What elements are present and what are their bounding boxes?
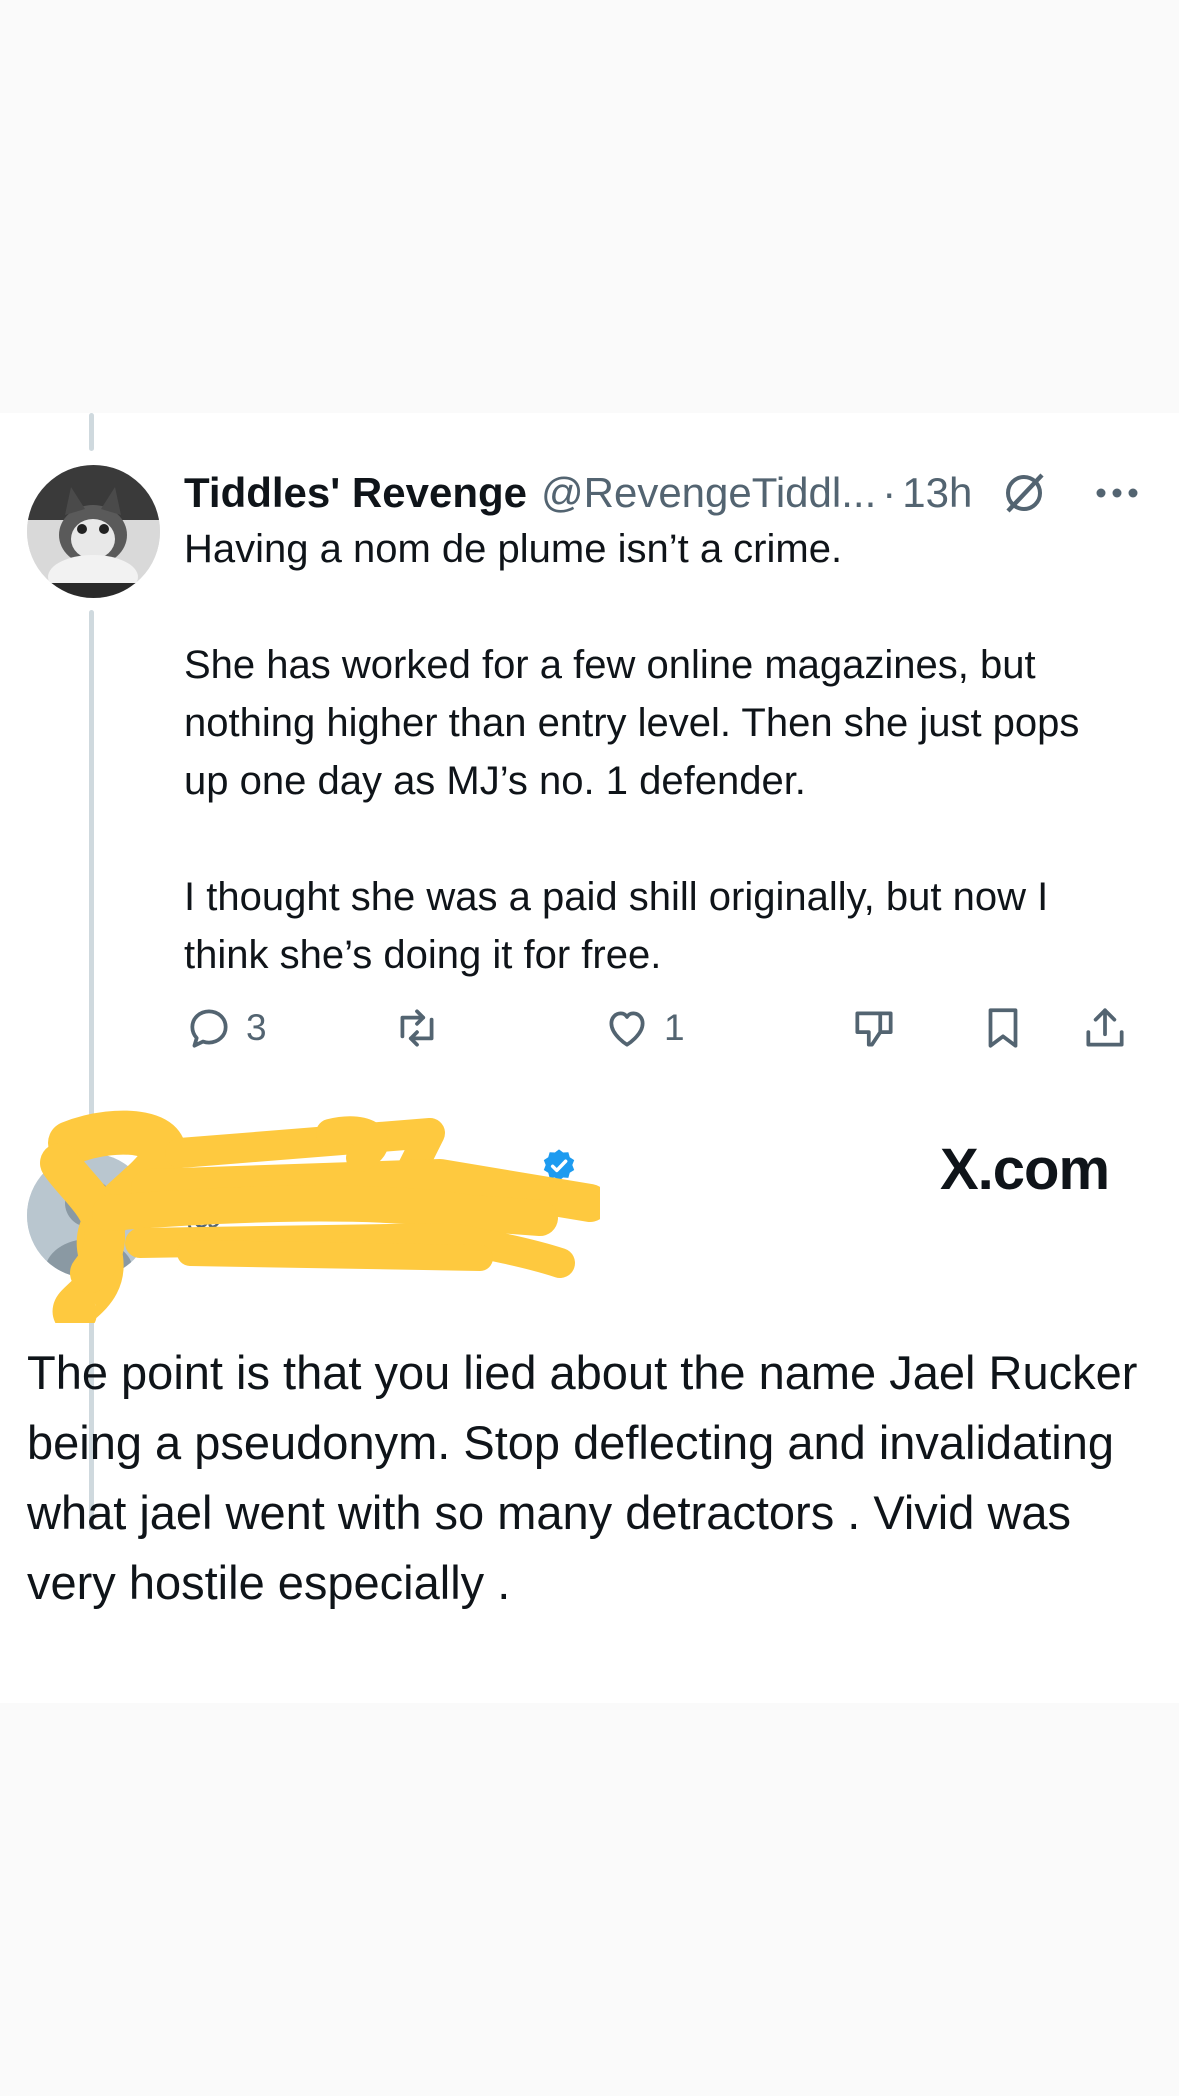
separator-dot: · — [882, 469, 897, 516]
heart-icon — [609, 1011, 645, 1047]
reply-text: The point is that you lied about the nam… — [27, 1346, 1138, 1609]
repost-button[interactable] — [392, 988, 454, 1068]
more-dots-icon[interactable] — [1094, 486, 1140, 500]
tweet-paragraph-3: I thought she was a paid shill originall… — [184, 875, 1049, 977]
redaction-scribble — [40, 1110, 600, 1323]
reply-count: 3 — [246, 1007, 267, 1048]
share-upload-icon — [1086, 1008, 1124, 1047]
edit-pencil-icon[interactable] — [1000, 469, 1048, 517]
tweet-card[interactable]: Tiddles' Revenge @RevengeTiddl... · 13h … — [0, 413, 1179, 1703]
bookmark-button[interactable] — [978, 988, 1028, 1068]
share-button[interactable] — [1080, 988, 1130, 1068]
tweet-action-bar: 3 1 — [184, 988, 1144, 1068]
thread-line-top — [89, 413, 94, 451]
thumbs-down-icon — [855, 1011, 893, 1047]
dislike-button[interactable] — [849, 988, 899, 1068]
display-name[interactable]: Tiddles' Revenge — [184, 469, 527, 517]
cat-photo-icon — [27, 465, 160, 598]
reply-button[interactable]: 3 — [184, 988, 267, 1068]
timestamp[interactable]: 13h — [902, 469, 972, 517]
bookmark-icon — [988, 1008, 1018, 1048]
repost-icon — [400, 1009, 434, 1047]
tweet-paragraph-2: She has worked for a few online magazine… — [184, 643, 1080, 803]
user-handle[interactable]: @RevengeTiddl... — [541, 469, 876, 517]
like-count: 1 — [664, 1007, 685, 1048]
avatar[interactable] — [27, 465, 160, 598]
tweet-body: Having a nom de plume isn’t a crime. She… — [184, 520, 1134, 984]
like-button[interactable]: 1 — [602, 988, 685, 1068]
reply-icon — [190, 1009, 228, 1048]
tweet-paragraph-1: Having a nom de plume isn’t a crime. — [184, 527, 843, 571]
watermark-logo: X.com — [940, 1137, 1110, 1202]
